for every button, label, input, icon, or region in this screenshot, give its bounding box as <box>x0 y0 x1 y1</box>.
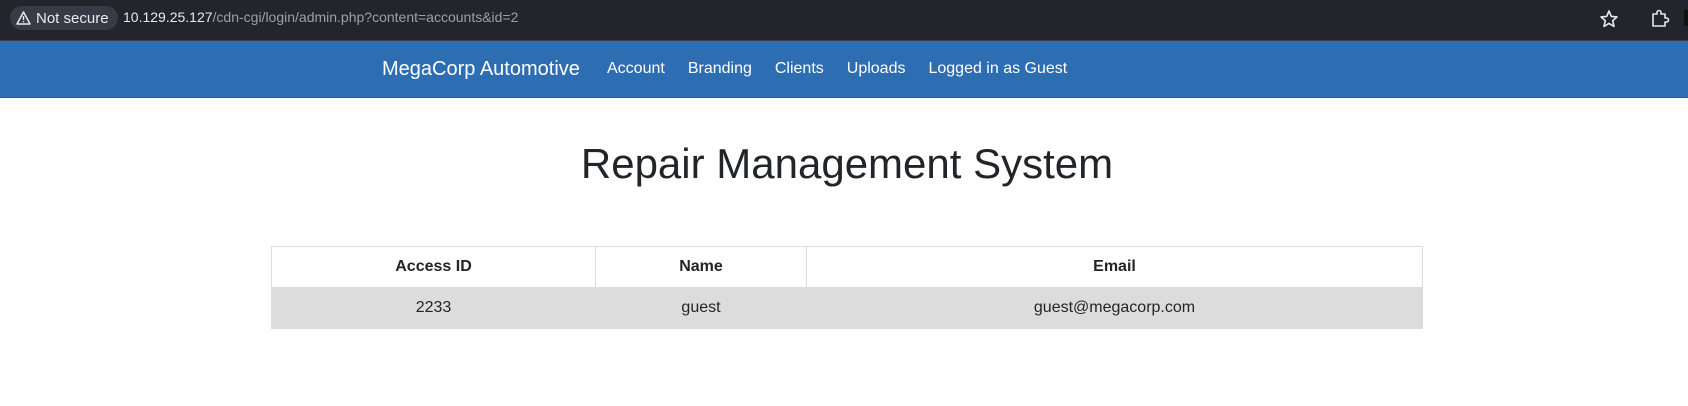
table-header-row: Access ID Name Email <box>271 246 1423 288</box>
nav-clients[interactable]: Clients <box>775 60 824 78</box>
url-path: /cdn-cgi/login/admin.php?content=account… <box>212 9 519 25</box>
url-host: 10.129.25.127 <box>123 9 213 25</box>
column-header-email: Email <box>806 246 1423 288</box>
extensions-icon[interactable] <box>1649 7 1671 29</box>
site-navbar: MegaCorp Automotive Account Branding Cli… <box>0 41 1688 98</box>
page-title: Repair Management System <box>580 140 1114 187</box>
nav-links: Account Branding Clients Uploads Logged … <box>607 60 1090 78</box>
security-indicator[interactable]: Not secure <box>10 6 118 30</box>
nav-branding[interactable]: Branding <box>688 60 752 78</box>
cell-email: guest@megacorp.com <box>806 287 1423 329</box>
nav-uploads[interactable]: Uploads <box>847 60 906 78</box>
column-header-name: Name <box>595 246 807 288</box>
table-row: 2233 guest guest@megacorp.com <box>271 287 1423 329</box>
cell-access-id: 2233 <box>271 287 596 329</box>
browser-toolbar: Not secure 10.129.25.127/cdn-cgi/login/a… <box>0 0 1688 41</box>
accounts-table: Access ID Name Email 2233 guest guest@me… <box>271 246 1423 329</box>
cell-name: guest <box>595 287 807 329</box>
security-label: Not secure <box>36 9 109 27</box>
address-bar[interactable]: 10.129.25.127/cdn-cgi/login/admin.php?co… <box>123 9 518 25</box>
nav-account[interactable]: Account <box>607 60 665 78</box>
nav-logged-in-user[interactable]: Logged in as Guest <box>928 60 1067 78</box>
warning-icon <box>16 11 31 25</box>
star-icon[interactable] <box>1598 8 1620 30</box>
brand-link[interactable]: MegaCorp Automotive <box>382 58 580 81</box>
column-header-access-id: Access ID <box>271 246 596 288</box>
window-edge <box>1684 10 1688 26</box>
